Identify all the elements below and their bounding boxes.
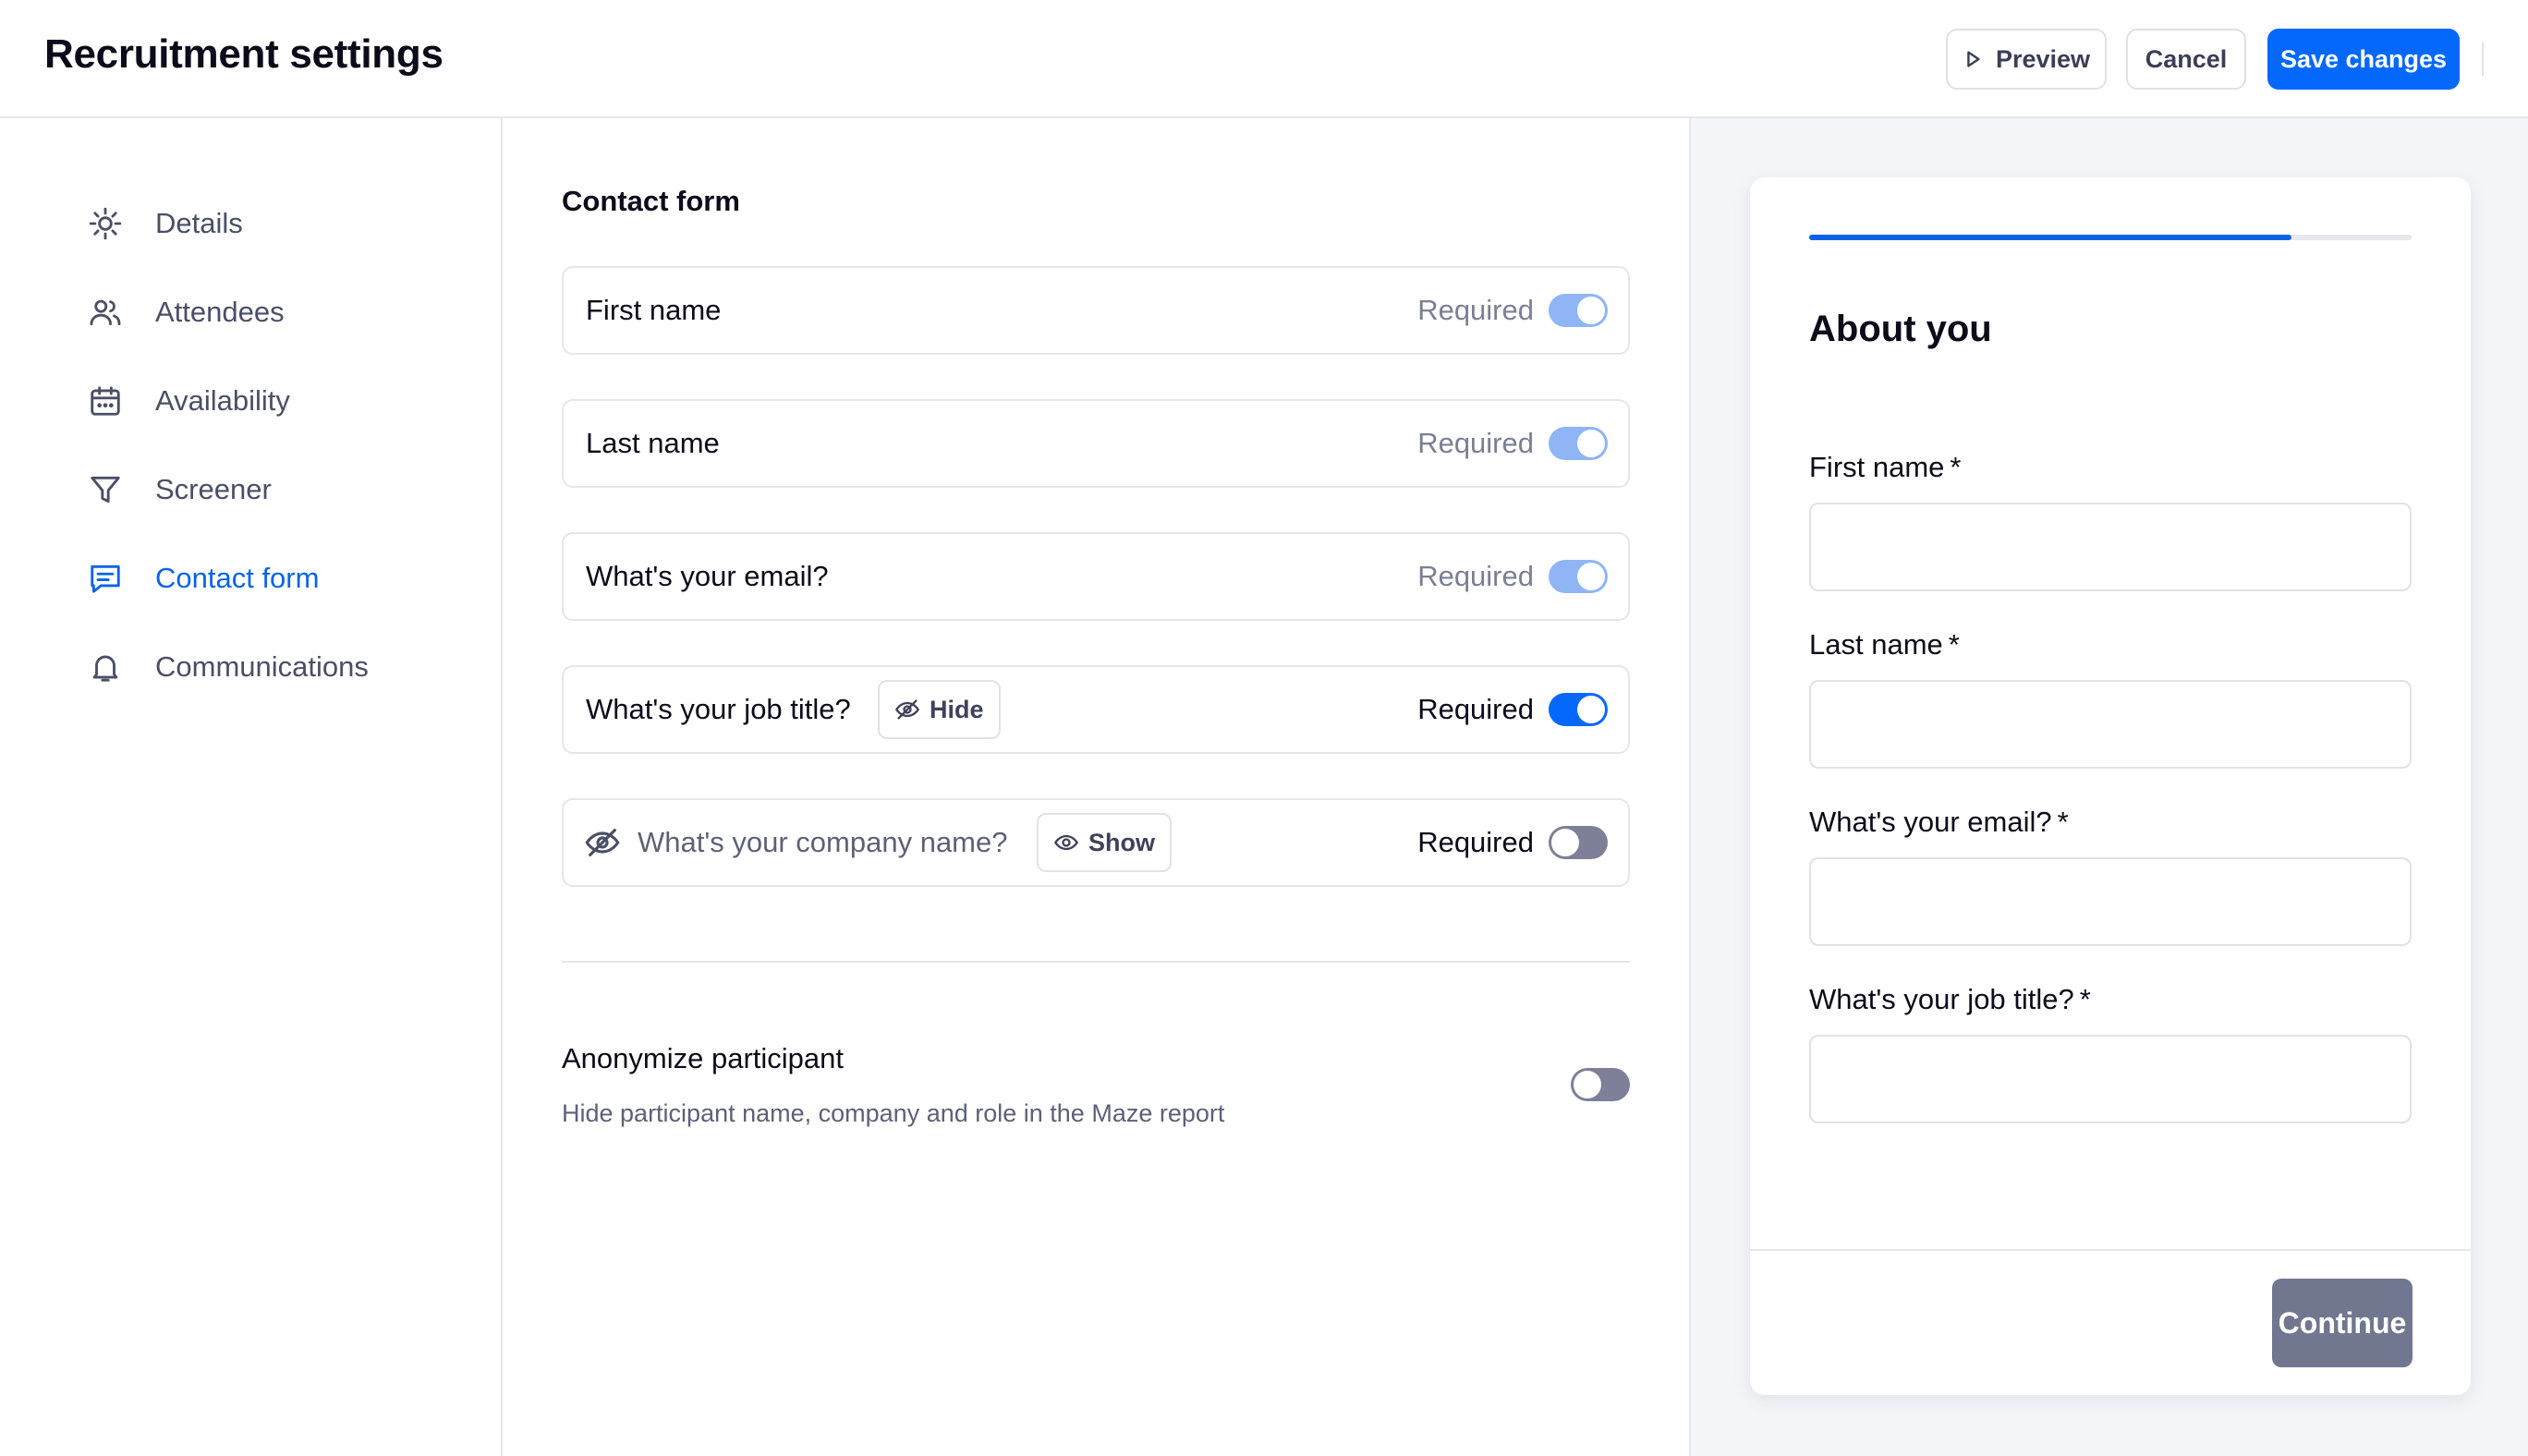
show-field-button[interactable]: Show xyxy=(1037,813,1172,872)
preview-panel: About you First name * Last name * What's … xyxy=(1689,118,2528,1456)
required-label: Required xyxy=(1417,294,1534,326)
filter-icon xyxy=(87,471,124,508)
field-row-job-title: What's your job title? Hide Required xyxy=(562,665,1630,754)
play-icon xyxy=(1963,49,1983,69)
required-label: Required xyxy=(1417,427,1534,459)
section-divider xyxy=(562,961,1630,963)
section-title: Contact form xyxy=(562,185,740,217)
sidebar-item-label: Contact form xyxy=(155,562,320,594)
sidebar-item-label: Details xyxy=(155,207,243,239)
continue-button[interactable]: Continue xyxy=(2272,1279,2413,1367)
sidebar-item-screener[interactable]: Screener xyxy=(87,462,456,517)
main-content: Contact form First name Required Last na… xyxy=(503,118,1689,1456)
header-divider xyxy=(2482,42,2484,76)
card-footer-divider xyxy=(1750,1249,2471,1251)
job-title-input[interactable] xyxy=(1809,1035,2412,1123)
field-row-last-name: Last name Required xyxy=(562,399,1630,488)
form-label-first-name: First name * xyxy=(1809,451,1962,483)
sidebar-item-contact-form[interactable]: Contact form xyxy=(87,551,456,606)
sidebar-item-availability[interactable]: Availability xyxy=(87,373,456,429)
field-label: Last name xyxy=(586,427,720,459)
header: Recruitment settings Preview Cancel Save… xyxy=(0,0,2528,118)
form-label-last-name: Last name * xyxy=(1809,628,1960,661)
form-label-job-title: What's your job title? * xyxy=(1809,983,2091,1015)
required-toggle[interactable] xyxy=(1549,693,1608,726)
anonymize-toggle[interactable] xyxy=(1571,1068,1630,1101)
save-changes-button[interactable]: Save changes xyxy=(2267,29,2460,90)
field-label: What's your job title? xyxy=(586,693,851,725)
sidebar-item-details[interactable]: Details xyxy=(87,196,456,251)
field-row-email: What's your email? Required xyxy=(562,532,1630,621)
sidebar-item-label: Communications xyxy=(155,650,369,683)
chip-label: Show xyxy=(1088,828,1155,856)
field-label: What's your company name? xyxy=(638,826,1008,858)
required-toggle[interactable] xyxy=(1549,826,1608,859)
required-toggle[interactable] xyxy=(1549,294,1608,327)
first-name-input[interactable] xyxy=(1809,503,2412,591)
preview-label: Preview xyxy=(1995,44,2091,73)
sidebar-item-label: Availability xyxy=(155,384,290,417)
required-label: Required xyxy=(1417,826,1534,858)
hide-field-button[interactable]: Hide xyxy=(878,680,1001,739)
eye-icon xyxy=(1053,830,1079,855)
users-icon xyxy=(87,294,124,331)
progress-bar xyxy=(1809,235,2412,240)
required-label: Required xyxy=(1417,560,1534,592)
required-label: Required xyxy=(1417,693,1534,725)
required-toggle[interactable] xyxy=(1549,427,1608,460)
card-title: About you xyxy=(1809,309,1992,349)
sidebar: Details Attendees Availability Screener … xyxy=(0,118,503,1456)
calendar-icon xyxy=(87,382,124,419)
cancel-button[interactable]: Cancel xyxy=(2126,29,2246,90)
message-icon xyxy=(87,560,124,597)
page-title: Recruitment settings xyxy=(44,31,444,77)
sidebar-item-attendees[interactable]: Attendees xyxy=(87,285,456,340)
email-input[interactable] xyxy=(1809,857,2412,946)
last-name-input[interactable] xyxy=(1809,680,2412,769)
field-label: First name xyxy=(586,294,722,326)
eye-off-icon xyxy=(584,824,621,861)
sidebar-item-label: Screener xyxy=(155,473,272,505)
form-label-email: What's your email? * xyxy=(1809,806,2069,838)
gear-icon xyxy=(87,205,124,242)
preview-button[interactable]: Preview xyxy=(1946,29,2107,90)
sidebar-item-label: Attendees xyxy=(155,296,285,328)
field-row-company-name: What's your company name? Show Required xyxy=(562,798,1630,887)
anonymize-title: Anonymize participant xyxy=(562,1042,844,1074)
chip-label: Hide xyxy=(930,695,984,723)
progress-fill xyxy=(1809,235,2291,240)
bell-icon xyxy=(87,649,124,686)
recruitment-settings-app: Recruitment settings Preview Cancel Save… xyxy=(0,0,2528,1456)
preview-card: About you First name * Last name * What's … xyxy=(1750,177,2471,1395)
sidebar-item-communications[interactable]: Communications xyxy=(87,639,456,695)
field-label: What's your email? xyxy=(586,560,829,592)
required-toggle[interactable] xyxy=(1549,560,1608,593)
anonymize-description: Hide participant name, company and role … xyxy=(562,1099,1225,1127)
field-row-first-name: First name Required xyxy=(562,266,1630,355)
eye-off-icon xyxy=(894,697,920,722)
